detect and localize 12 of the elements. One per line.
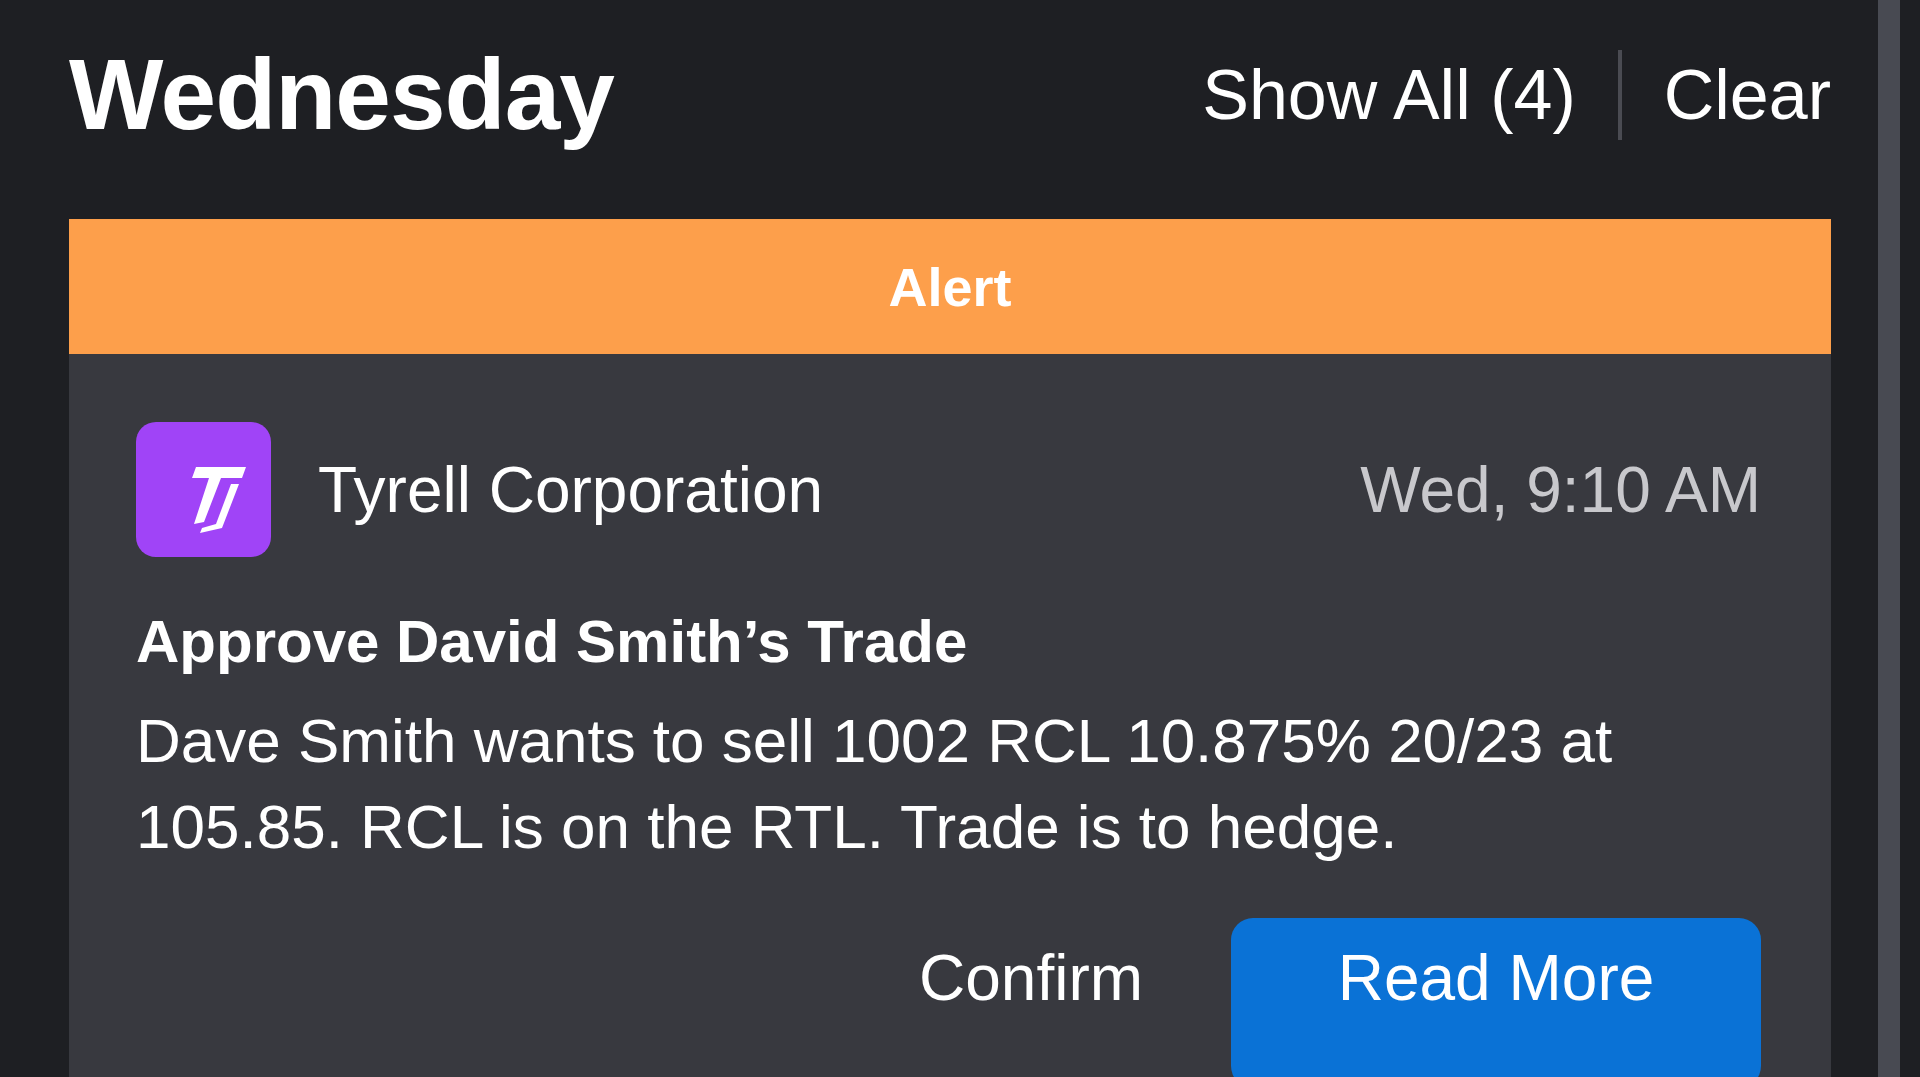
- confirm-button[interactable]: Confirm: [831, 918, 1231, 1077]
- notification-message: Dave Smith wants to sell 1002 RCL 10.875% 20/23 at 105.85. RCL is on the RTL. Trade is to hedge.: [136, 705, 1614, 863]
- alert-banner: Alert: [69, 219, 1831, 354]
- company-logo-icon: [136, 422, 271, 557]
- read-more-button[interactable]: Read More: [1231, 918, 1761, 1077]
- sender-name: Tyrell Corporation: [318, 452, 825, 527]
- show-all-link[interactable]: Show All (4): [1202, 54, 1576, 135]
- day-title: Wednesday: [69, 37, 614, 152]
- scrollbar[interactable]: [1878, 0, 1900, 1077]
- notification-time: Wed, 9:10 AM: [1360, 452, 1761, 527]
- notification-heading: Approve David Smith’s Trade: [136, 607, 969, 676]
- clear-link[interactable]: Clear: [1663, 54, 1831, 135]
